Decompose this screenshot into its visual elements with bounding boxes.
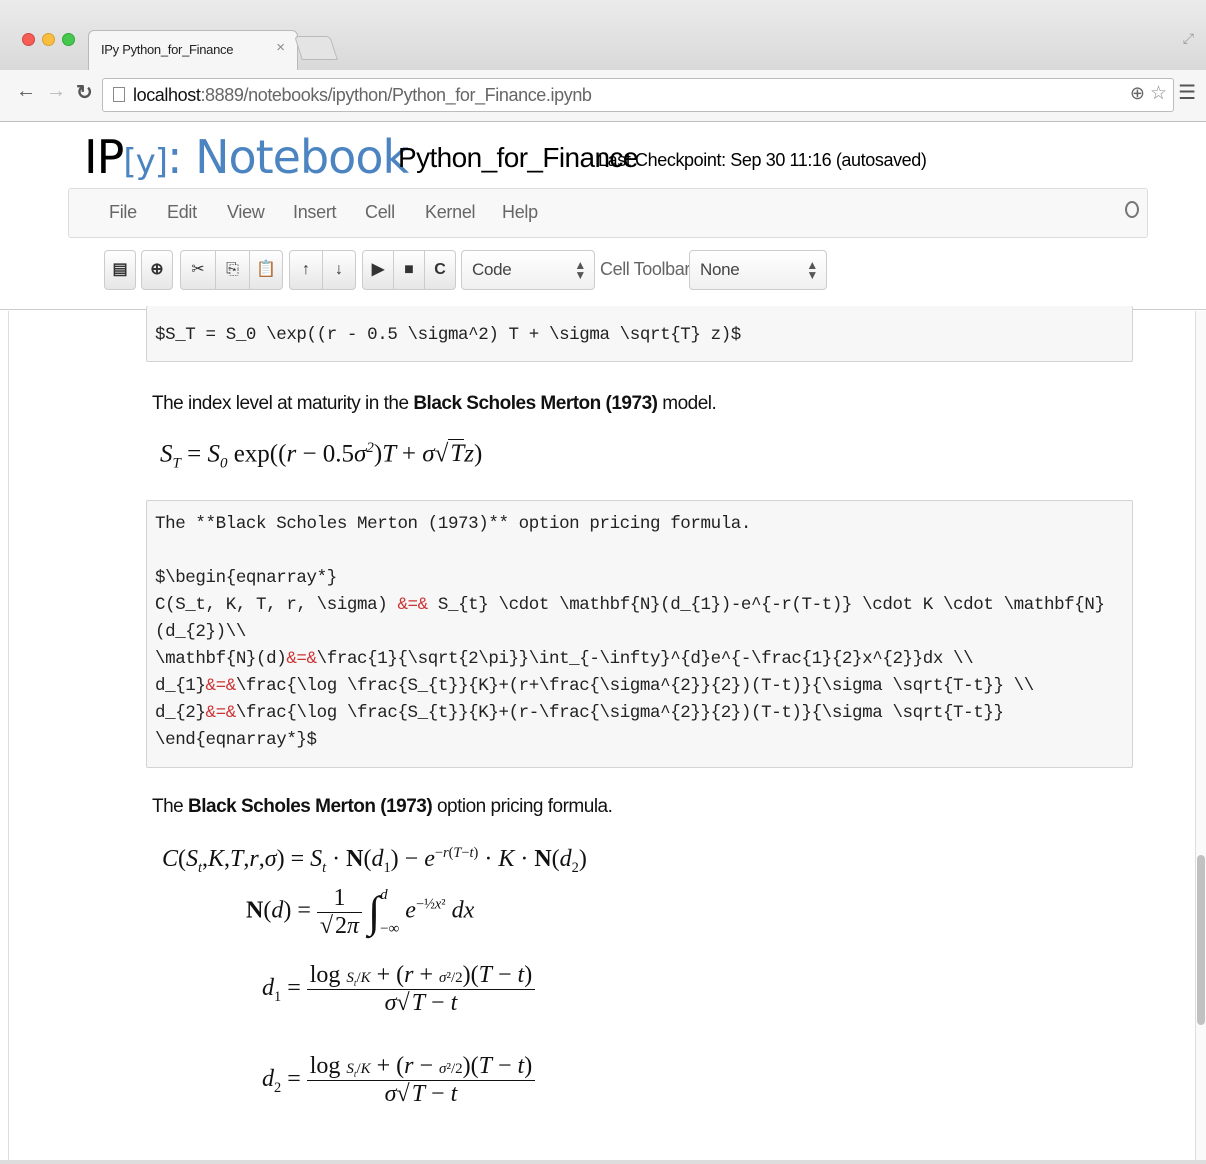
window-close-button[interactable] (22, 33, 35, 46)
code-line: d_{1}&=&\frac{\log \frac{S_{t}}{K}+(r+\f… (155, 676, 1034, 696)
cell-type-value: Code (472, 260, 512, 279)
code-cell-1[interactable]: $S_T = S_0 \exp((r - 0.5 \sigma^2) T + \… (146, 306, 1133, 362)
back-button[interactable]: ← (16, 80, 36, 103)
url-text: localhost:8889/notebooks/ipython/Python_… (133, 85, 592, 106)
md1-text-bold: Black Scholes Merton (1973) (413, 393, 658, 414)
scrollbar-track[interactable] (1196, 311, 1206, 1161)
browser-tab[interactable]: IPy Python_for_Finance × (88, 30, 298, 70)
logo-prefix: IP (84, 130, 124, 184)
paste-icon[interactable]: 📋 (249, 250, 283, 290)
align-marker: &=& (286, 649, 317, 669)
cell-toolbar-label: Cell Toolbar: (600, 259, 695, 279)
page-icon (113, 87, 125, 102)
url-host: localhost (133, 85, 201, 105)
align-marker: &=& (205, 703, 237, 723)
cell-type-select[interactable]: Code ▲ ▼ (461, 250, 595, 290)
forward-button[interactable]: → (46, 80, 66, 103)
bookmark-star-icon[interactable]: ☆ (1150, 82, 1167, 105)
cell-toolbar-value: None (700, 260, 740, 279)
browser-menu-icon[interactable]: ☰ (1178, 80, 1196, 105)
menubar: File Edit View Insert Cell Kernel Help (68, 188, 1148, 238)
logo-word: Notebook (181, 130, 409, 184)
new-tab-button[interactable] (294, 36, 338, 60)
code-cell-2[interactable]: The **Black Scholes Merton (1973)** opti… (146, 500, 1133, 768)
window-minimize-button[interactable] (42, 33, 55, 46)
stop-icon[interactable]: ■ (393, 250, 425, 290)
code-line: $\begin{eqnarray*} (155, 568, 337, 588)
code-line: (d_{2})\\ (155, 622, 246, 642)
code-line: \mathbf{N}(d)&=&\frac{1}{\sqrt{2\pi}}\in… (155, 649, 974, 669)
menu-help[interactable]: Help (502, 202, 538, 223)
notebook-toolbar: ▤ ⊕ ✂ ⎘ 📋 ↑ ↓ ▶ ■ C Code ▲ ▼ Cell Toolbar:… (0, 250, 1206, 300)
align-marker: &=& (205, 676, 237, 696)
md2-text-pre: The (152, 796, 189, 817)
code-line: d_{2}&=&\frac{\log \frac{S_{t}}{K}+(r-\f… (155, 703, 1004, 723)
code-line: \end{eqnarray*}$ (155, 730, 317, 750)
menu-insert[interactable]: Insert (293, 202, 337, 223)
fullscreen-icon[interactable]: ⤢ (1183, 30, 1194, 47)
markdown-cell-2-text[interactable]: The Black Scholes Merton (1973) option p… (152, 796, 613, 818)
ipython-logo[interactable]: IP[y]: Notebook (84, 130, 409, 184)
select-arrows-icon: ▲ ▼ (574, 258, 586, 282)
window-maximize-button[interactable] (62, 33, 75, 46)
scrollbar-thumb[interactable] (1197, 855, 1205, 1025)
menu-view[interactable]: View (227, 202, 265, 223)
math-bsm-call-formula: C(St,K,T,r,σ) = St · N(d1) − e−r(T−t) · … (162, 845, 587, 876)
copy-icon[interactable]: ⎘ (215, 250, 250, 290)
restart-icon[interactable]: C (424, 250, 456, 290)
menu-cell[interactable]: Cell (365, 202, 395, 223)
notebook-header: IP[y]: Notebook Python_for_Finance Last … (0, 122, 1206, 310)
menu-file[interactable]: File (109, 202, 137, 223)
url-path: :8889/notebooks/ipython/Python_for_Finan… (200, 85, 592, 105)
logo-y: [y] (123, 142, 168, 182)
cut-icon[interactable]: ✂ (180, 250, 216, 290)
code-cell-1-source: $S_T = S_0 \exp((r - 0.5 \sigma^2) T + \… (155, 325, 741, 345)
browser-titlebar: IPy Python_for_Finance × ⤢ (0, 0, 1206, 70)
md1-text-post: model. (657, 393, 717, 414)
kernel-status-icon (1125, 201, 1139, 218)
align-marker: &=& (397, 595, 428, 615)
zoom-icon[interactable]: ⊕ (1130, 83, 1145, 104)
add-cell-icon[interactable]: ⊕ (141, 250, 173, 290)
math-d1: d1 = log St/K + (r + σ²/2)(T − t) σ√T − t (262, 962, 536, 1017)
math-normal-cdf: N(d) = 1 √2π ∫d −∞ e−½x² dx (246, 884, 475, 939)
checkpoint-status: Last Checkpoint: Sep 30 11:16 (autosaved… (598, 150, 927, 170)
run-icon[interactable]: ▶ (362, 250, 394, 290)
reload-button[interactable]: ↻ (76, 80, 93, 105)
cell-toolbar-select[interactable]: None ▲ ▼ (689, 250, 827, 290)
math-st-formula: ST = S0 exp((r − 0.5σ2)T + σ√Tz) (160, 439, 483, 472)
bottom-edge (0, 1160, 1206, 1164)
select-arrows-icon: ▲ ▼ (806, 258, 818, 282)
md2-text-bold: Black Scholes Merton (1973) (188, 796, 433, 817)
move-up-icon[interactable]: ↑ (289, 250, 323, 290)
logo-colon: : (166, 130, 182, 184)
code-line: C(S_t, K, T, r, \sigma) &=& S_{t} \cdot … (155, 595, 1105, 615)
tab-title: IPy Python_for_Finance (101, 42, 234, 57)
markdown-cell-1-text[interactable]: The index level at maturity in the Black… (152, 393, 717, 415)
menu-edit[interactable]: Edit (167, 202, 197, 223)
md2-text-post: option pricing formula. (432, 796, 613, 817)
browser-address-bar-area: ← → ↻ localhost:8889/notebooks/ipython/P… (0, 70, 1206, 122)
md1-text-pre: The index level at maturity in the (152, 393, 414, 414)
save-icon[interactable]: ▤ (104, 250, 136, 290)
tab-close-icon[interactable]: × (276, 39, 285, 56)
move-down-icon[interactable]: ↓ (322, 250, 356, 290)
menu-kernel[interactable]: Kernel (425, 202, 476, 223)
code-line: The **Black Scholes Merton (1973)** opti… (155, 514, 752, 534)
math-d2: d2 = log St/K + (r − σ²/2)(T − t) σ√T − t (262, 1053, 536, 1108)
url-input[interactable]: localhost:8889/notebooks/ipython/Python_… (102, 78, 1174, 112)
